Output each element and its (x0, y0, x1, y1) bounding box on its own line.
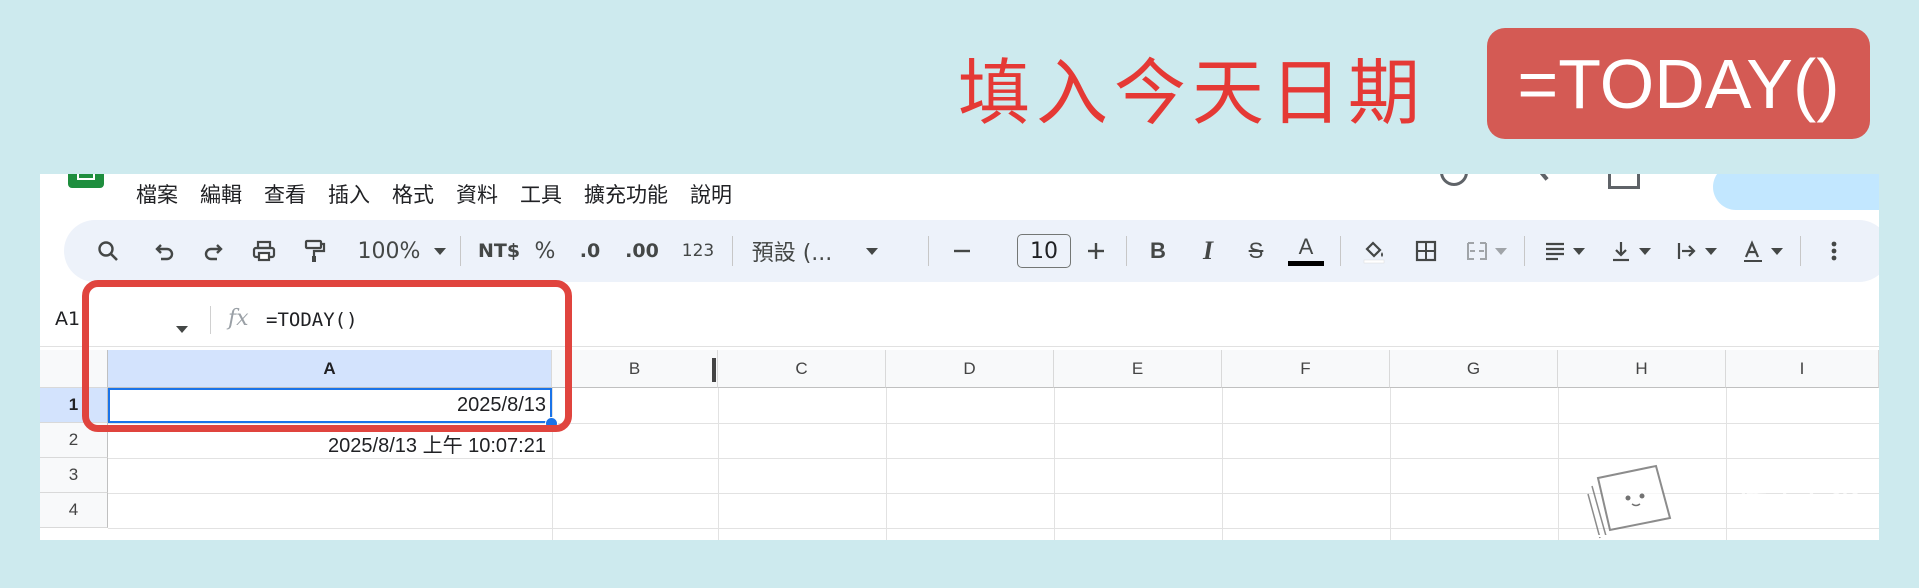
percent-format-button[interactable]: % (530, 220, 560, 282)
zoom-value: 100% (357, 238, 421, 264)
text-wrap-icon (1677, 243, 1696, 259)
menu-data[interactable]: 資料 (456, 179, 498, 209)
currency-format-button[interactable]: NT$ (474, 220, 524, 282)
menu-edit[interactable]: 編輯 (200, 179, 242, 209)
toolbar-divider (1800, 236, 1801, 266)
search-icon[interactable] (88, 220, 128, 282)
toolbar-divider (732, 236, 733, 266)
text-wrapping-button[interactable] (1668, 220, 1724, 282)
toolbar: 100% NT$ % .0 .00 123 預設 (... 10 B I S A (64, 220, 1879, 282)
paint-format-icon[interactable] (294, 220, 334, 282)
chevron-down-icon (434, 247, 447, 255)
font-family-value: 預設 (... (751, 241, 833, 266)
strikethrough-button[interactable]: S (1238, 220, 1274, 282)
row-header-4[interactable]: 4 (40, 493, 108, 528)
gridline (718, 388, 719, 540)
undo-icon[interactable] (144, 220, 184, 282)
chevron-down-icon (1573, 247, 1585, 255)
menu-file[interactable]: 檔案 (136, 179, 178, 209)
history-icon[interactable] (1440, 174, 1468, 186)
menu-extensions[interactable]: 擴充功能 (584, 179, 668, 209)
meet-icon[interactable] (1608, 174, 1640, 189)
chevron-down-icon (866, 247, 879, 255)
merge-cells-icon (1467, 242, 1487, 260)
gridline (886, 388, 887, 540)
number-format-button[interactable]: 123 (676, 220, 720, 282)
watermark-title: 淺口袋 (1734, 466, 1866, 512)
row-header-3[interactable]: 3 (40, 458, 108, 493)
menu-insert[interactable]: 插入 (328, 179, 370, 209)
text-color-swatch (1288, 261, 1324, 266)
column-header-c[interactable]: C (718, 350, 886, 388)
watermark-subtitle: Money Pocket (1734, 508, 1842, 527)
chevron-down-icon (1771, 247, 1783, 255)
more-options-icon[interactable] (1816, 220, 1852, 282)
text-rotation-button[interactable] (1734, 220, 1790, 282)
text-color-letter: A (1298, 234, 1314, 259)
menubar: 檔案 編輯 查看 插入 格式 資料 工具 擴充功能 說明 (136, 174, 732, 214)
align-icon (1546, 242, 1564, 261)
vertical-align-icon (1613, 242, 1629, 262)
decrease-decimal-button[interactable]: .0 (570, 220, 610, 282)
column-header-i[interactable]: I (1726, 350, 1879, 388)
cell-a2[interactable]: 2025/8/13 上午 10:07:21 (108, 429, 546, 458)
zoom-select[interactable]: 100% (352, 220, 452, 282)
chevron-down-icon (1495, 247, 1507, 255)
column-header-h[interactable]: H (1558, 350, 1726, 388)
toolbar-divider (1126, 236, 1127, 266)
chevron-down-icon (1705, 247, 1717, 255)
menu-help[interactable]: 說明 (690, 179, 732, 209)
vertical-align-button[interactable] (1602, 220, 1658, 282)
sheets-logo-icon[interactable] (68, 174, 104, 188)
font-size-input[interactable]: 10 (1017, 234, 1071, 268)
italic-button[interactable]: I (1190, 220, 1226, 282)
redo-icon[interactable] (194, 220, 234, 282)
annotation-highlight-box (82, 280, 572, 432)
toolbar-divider (1340, 236, 1341, 266)
bold-button[interactable]: B (1140, 220, 1176, 282)
watermark-mascot-icon (1584, 464, 1718, 539)
gridline (1054, 388, 1055, 540)
column-header-b[interactable]: B (552, 350, 718, 388)
text-color-button[interactable]: A (1286, 220, 1326, 282)
font-size-increase-button[interactable] (1076, 220, 1116, 282)
merge-cells-button[interactable] (1456, 220, 1516, 282)
gridline (1558, 388, 1559, 540)
font-size-decrease-button[interactable] (942, 220, 982, 282)
text-rotation-icon (1744, 240, 1762, 262)
watermark: 淺口袋 Money Pocket (1578, 456, 1868, 541)
toolbar-divider (1524, 236, 1525, 266)
font-family-select[interactable]: 預設 (... (746, 220, 884, 282)
gridline (1390, 388, 1391, 540)
menu-format[interactable]: 格式 (392, 179, 434, 209)
column-header-d[interactable]: D (886, 350, 1054, 388)
toolbar-divider (928, 236, 929, 266)
menu-view[interactable]: 查看 (264, 179, 306, 209)
borders-icon[interactable] (1406, 220, 1446, 282)
comment-icon[interactable] (1531, 174, 1549, 181)
annotation-headline: 填入今天日期 (958, 50, 1427, 135)
formula-badge: =TODAY() (1487, 28, 1870, 139)
toolbar-divider (460, 236, 461, 266)
share-button[interactable] (1713, 174, 1879, 210)
name-box[interactable]: A1 (55, 308, 80, 330)
column-header-g[interactable]: G (1390, 350, 1558, 388)
chevron-down-icon (1639, 247, 1651, 255)
column-header-f[interactable]: F (1222, 350, 1390, 388)
fill-color-icon[interactable] (1354, 220, 1394, 282)
print-icon[interactable] (244, 220, 284, 282)
horizontal-align-button[interactable] (1536, 220, 1592, 282)
increase-decimal-button[interactable]: .00 (620, 220, 664, 282)
gridline (1222, 388, 1223, 540)
menu-tools[interactable]: 工具 (520, 179, 562, 209)
column-header-e[interactable]: E (1054, 350, 1222, 388)
